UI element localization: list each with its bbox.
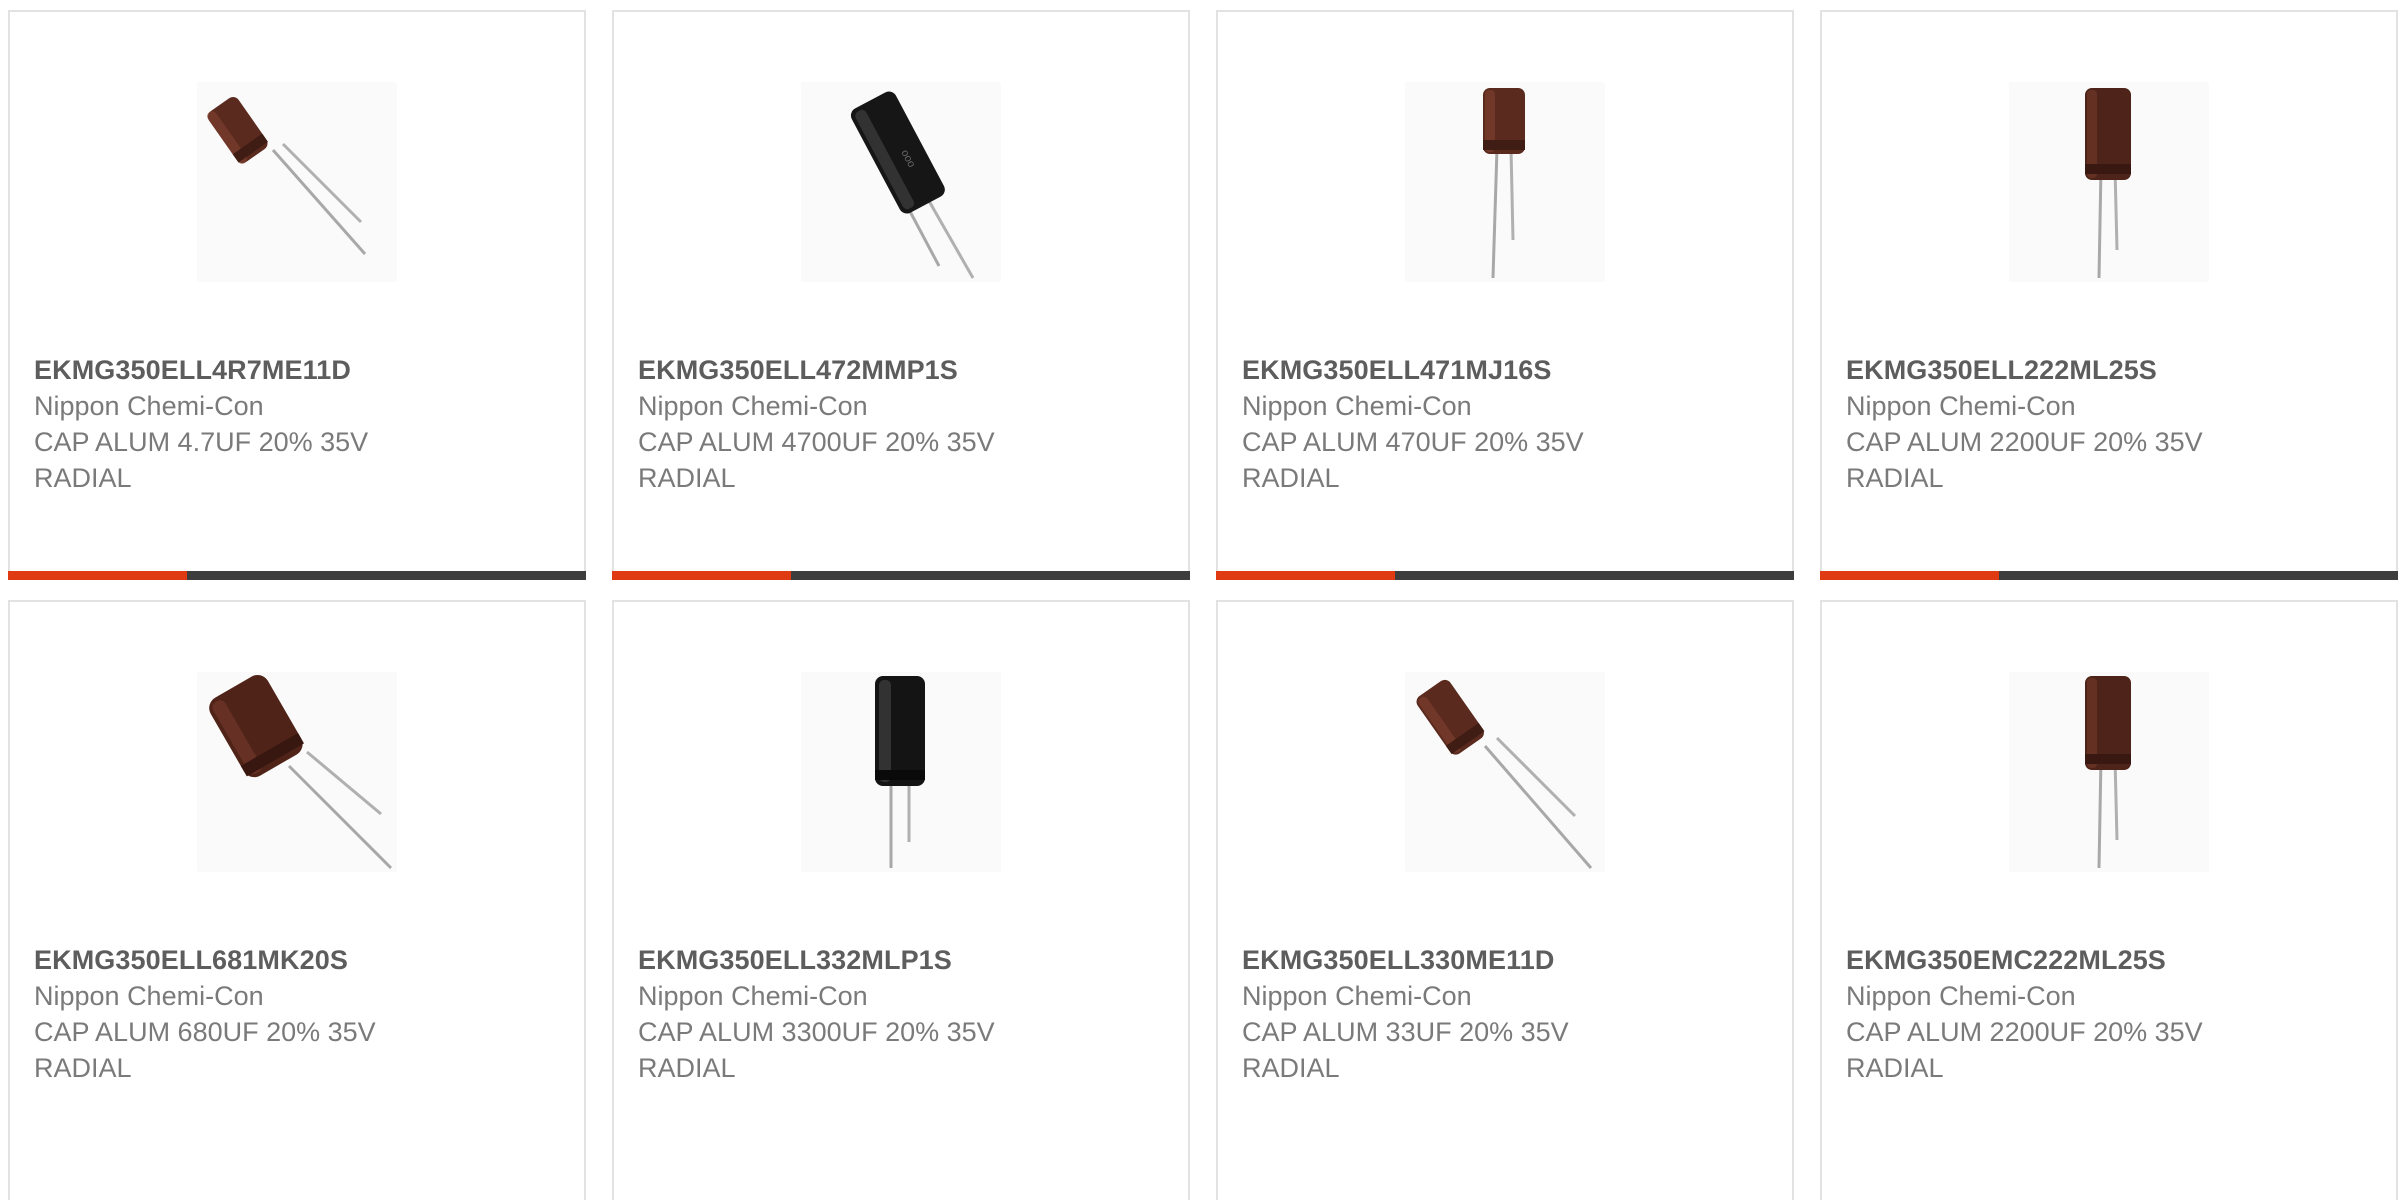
product-description: CAP ALUM 680UF 20% 35V RADIAL: [34, 1017, 376, 1083]
part-number[interactable]: EKMG350EMC222ML25S: [1846, 942, 2376, 978]
product-card[interactable]: EKMG350EMC222ML25S Nippon Chemi-Con CAP …: [1820, 600, 2398, 1200]
manufacturer: Nippon Chemi-Con: [638, 391, 868, 421]
capacitor-upright-icon: [2085, 676, 2131, 869]
manufacturer: Nippon Chemi-Con: [34, 981, 264, 1011]
manufacturer: Nippon Chemi-Con: [638, 981, 868, 1011]
part-number[interactable]: EKMG350ELL222ML25S: [1846, 352, 2376, 388]
product-image[interactable]: [801, 672, 1001, 872]
capacitor-upright-icon: [1483, 88, 1525, 279]
part-number[interactable]: EKMG350ELL330ME11D: [1242, 942, 1772, 978]
product-card[interactable]: EKMG350ELL332MLP1S Nippon Chemi-Con CAP …: [612, 600, 1190, 1200]
part-number[interactable]: EKMG350ELL471MJ16S: [1242, 352, 1772, 388]
manufacturer: Nippon Chemi-Con: [1242, 391, 1472, 421]
product-card[interactable]: EKMG350ELL471MJ16S Nippon Chemi-Con CAP …: [1216, 10, 1794, 580]
product-card[interactable]: EKMG350ELL681MK20S Nippon Chemi-Con CAP …: [8, 600, 586, 1200]
product-info: EKMG350ELL222ML25S Nippon Chemi-Con CAP …: [1846, 352, 2376, 496]
product-image[interactable]: [1405, 672, 1605, 872]
progress-bar-fill: [8, 571, 188, 580]
product-card[interactable]: EKMG350ELL4R7ME11D Nippon Chemi-Con CAP …: [8, 10, 586, 580]
product-grid: EKMG350ELL4R7ME11D Nippon Chemi-Con CAP …: [8, 10, 2400, 1200]
capacitor-tilted-icon: [1416, 679, 1593, 869]
progress-bar: [8, 571, 586, 580]
part-number[interactable]: EKMG350ELL4R7ME11D: [34, 352, 564, 388]
progress-bar: [612, 571, 1190, 580]
product-info: EKMG350ELL330ME11D Nippon Chemi-Con CAP …: [1242, 942, 1772, 1086]
part-number[interactable]: EKMG350ELL332MLP1S: [638, 942, 1168, 978]
manufacturer: Nippon Chemi-Con: [34, 391, 264, 421]
product-image[interactable]: ooo: [801, 82, 1001, 282]
product-image[interactable]: [197, 672, 397, 872]
product-info: EKMG350EMC222ML25S Nippon Chemi-Con CAP …: [1846, 942, 2376, 1086]
capacitor-tilted-icon: ooo: [850, 91, 975, 279]
product-card[interactable]: EKMG350ELL330ME11D Nippon Chemi-Con CAP …: [1216, 600, 1794, 1200]
progress-bar-fill: [612, 571, 792, 580]
manufacturer: Nippon Chemi-Con: [1242, 981, 1472, 1011]
product-description: CAP ALUM 4.7UF 20% 35V RADIAL: [34, 427, 369, 493]
product-card[interactable]: EKMG350ELL222ML25S Nippon Chemi-Con CAP …: [1820, 10, 2398, 580]
product-description: CAP ALUM 33UF 20% 35V RADIAL: [1242, 1017, 1569, 1083]
manufacturer: Nippon Chemi-Con: [1846, 981, 2076, 1011]
progress-bar-fill: [1820, 571, 2000, 580]
capacitor-upright-icon: [875, 676, 925, 868]
product-info: EKMG350ELL681MK20S Nippon Chemi-Con CAP …: [34, 942, 564, 1086]
product-info: EKMG350ELL4R7ME11D Nippon Chemi-Con CAP …: [34, 352, 564, 496]
capacitor-upright-icon: [2085, 88, 2131, 279]
product-info: EKMG350ELL471MJ16S Nippon Chemi-Con CAP …: [1242, 352, 1772, 496]
product-image[interactable]: [2009, 672, 2209, 872]
product-image[interactable]: [197, 82, 397, 282]
product-description: CAP ALUM 3300UF 20% 35V RADIAL: [638, 1017, 995, 1083]
product-info: EKMG350ELL332MLP1S Nippon Chemi-Con CAP …: [638, 942, 1168, 1086]
progress-bar: [1216, 571, 1794, 580]
capacitor-tilted-icon: [207, 97, 367, 255]
product-description: CAP ALUM 4700UF 20% 35V RADIAL: [638, 427, 995, 493]
capacitor-tilted-icon: [209, 675, 393, 870]
product-info: EKMG350ELL472MMP1S Nippon Chemi-Con CAP …: [638, 352, 1168, 496]
manufacturer: Nippon Chemi-Con: [1846, 391, 2076, 421]
part-number[interactable]: EKMG350ELL681MK20S: [34, 942, 564, 978]
product-description: CAP ALUM 2200UF 20% 35V RADIAL: [1846, 1017, 2203, 1083]
progress-bar-fill: [1216, 571, 1396, 580]
product-card[interactable]: ooo EKMG350ELL472MMP1S Nippon Chemi-Con …: [612, 10, 1190, 580]
product-image[interactable]: [1405, 82, 1605, 282]
product-description: CAP ALUM 2200UF 20% 35V RADIAL: [1846, 427, 2203, 493]
product-description: CAP ALUM 470UF 20% 35V RADIAL: [1242, 427, 1584, 493]
product-image[interactable]: [2009, 82, 2209, 282]
part-number[interactable]: EKMG350ELL472MMP1S: [638, 352, 1168, 388]
progress-bar: [1820, 571, 2398, 580]
